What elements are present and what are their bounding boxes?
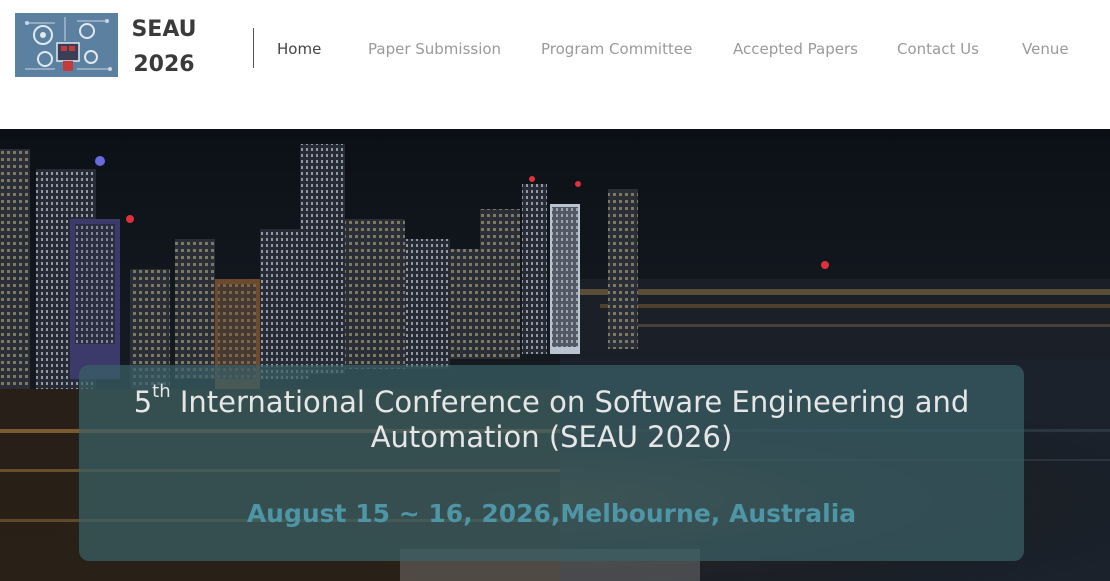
title-line-1: International Conference on Software Eng… xyxy=(170,385,970,419)
conference-title-box: 5th International Conference on Software… xyxy=(79,365,1024,561)
title-line-2: Automation (SEAU 2026) xyxy=(370,420,733,454)
site-header: SEAU 2026 Home Paper Submission Program … xyxy=(0,0,1110,129)
brand-title[interactable]: SEAU 2026 xyxy=(124,12,204,82)
nav-item-accepted-papers[interactable]: Accepted Papers xyxy=(733,36,858,62)
brand-line-2: 2026 xyxy=(133,52,195,77)
main-nav: Home Paper Submission Program Committee … xyxy=(254,36,1110,62)
hero-banner: 5th International Conference on Software… xyxy=(0,129,1110,581)
conference-logo-icon[interactable] xyxy=(15,13,118,77)
title-ordinal-suffix: th xyxy=(152,381,171,402)
brand-line-1: SEAU xyxy=(131,17,197,42)
nav-item-contact-us[interactable]: Contact Us xyxy=(897,36,979,62)
conference-title: 5th International Conference on Software… xyxy=(79,383,1024,455)
nav-item-venue[interactable]: Venue xyxy=(1022,36,1069,62)
nav-item-paper-submission[interactable]: Paper Submission xyxy=(368,36,501,62)
conference-date-location: August 15 ~ 16, 2026,Melbourne, Australi… xyxy=(246,499,857,528)
title-ordinal: 5 xyxy=(133,385,153,419)
nav-item-program-committee[interactable]: Program Committee xyxy=(541,36,692,62)
nav-item-home[interactable]: Home xyxy=(277,36,321,62)
